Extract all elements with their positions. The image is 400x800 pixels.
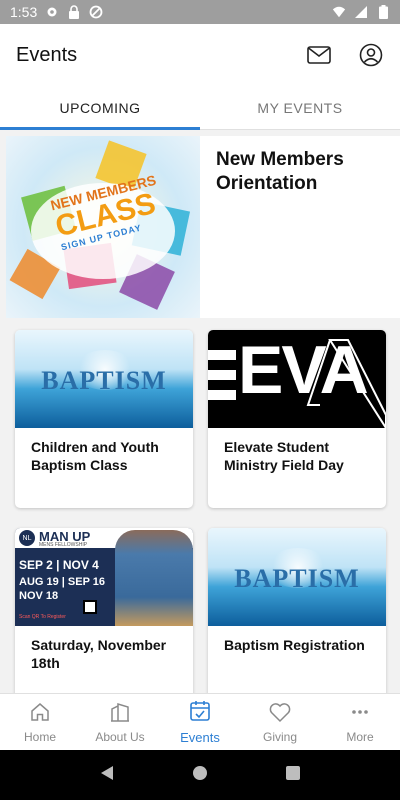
event-image-elevate: EVA xyxy=(208,330,386,428)
home-circle-icon[interactable] xyxy=(192,765,208,786)
event-card[interactable]: BAPTISM Children and Youth Baptism Class… xyxy=(15,330,193,508)
featured-event-card[interactable]: NEW MEMBERS CLASS SIGN UP TODAY New Memb… xyxy=(6,136,400,318)
event-image-man-up: NL MAN UP MENS FELLOWSHIP SEP 2 | NOV 4 … xyxy=(15,528,193,626)
nav-home-label: Home xyxy=(23,729,56,744)
nav-about-us[interactable]: About Us xyxy=(80,694,160,750)
baptism-image-text: BAPTISM xyxy=(41,366,167,395)
nav-about-us-label: About Us xyxy=(95,729,145,744)
nav-more[interactable]: More xyxy=(320,694,400,750)
event-title: Baptism Registration xyxy=(224,637,365,653)
nav-giving[interactable]: Giving xyxy=(240,694,320,750)
nav-more-label: More xyxy=(346,729,374,744)
settings-icon xyxy=(45,5,59,19)
mail-icon[interactable] xyxy=(306,42,332,68)
status-bar: 1:53 xyxy=(0,0,400,24)
bottom-nav: Home About Us Events Giving More xyxy=(0,693,400,750)
nav-giving-label: Giving xyxy=(262,729,297,744)
manup-subtitle: MENS FELLOWSHIP xyxy=(39,542,88,548)
event-title: Elevate Student Ministry Field Day xyxy=(224,439,344,474)
nl-logo: NL xyxy=(19,530,35,546)
qr-code-icon xyxy=(83,600,97,614)
nav-events[interactable]: Events xyxy=(160,694,240,750)
account-icon[interactable] xyxy=(358,42,384,68)
status-time: 1:53 xyxy=(10,4,38,20)
manup-scan: Scan QR To Register xyxy=(19,614,66,620)
signal-icon xyxy=(354,5,368,19)
event-card[interactable]: NL MAN UP MENS FELLOWSHIP SEP 2 | NOV 4 … xyxy=(15,528,193,693)
tab-bar: UPCOMING MY EVENTS xyxy=(0,86,400,130)
calendar-icon xyxy=(188,699,212,726)
event-image-baptism: BAPTISM xyxy=(208,528,386,626)
data-saver-icon xyxy=(89,5,103,19)
tab-upcoming[interactable]: UPCOMING xyxy=(0,86,200,130)
manup-dates-2: AUG 19 | SEP 16 xyxy=(19,576,106,588)
nav-home[interactable]: Home xyxy=(0,694,80,750)
system-nav-bar xyxy=(0,750,400,800)
baptism-image-text: BAPTISM xyxy=(234,564,360,593)
tab-my-events[interactable]: MY EVENTS xyxy=(200,86,400,129)
man-figure xyxy=(115,530,193,626)
recents-icon[interactable] xyxy=(285,765,301,786)
featured-event-image: NEW MEMBERS CLASS SIGN UP TODAY xyxy=(6,136,200,318)
event-title: Children and Youth Baptism Class Regis… xyxy=(31,439,159,476)
wifi-icon xyxy=(332,5,346,19)
back-icon[interactable] xyxy=(99,765,115,786)
event-card[interactable]: EVA Elevate Student Ministry Field Day xyxy=(208,330,386,508)
nav-events-label: Events xyxy=(180,730,220,745)
building-icon xyxy=(109,701,131,726)
more-dots-icon xyxy=(349,701,371,726)
home-icon xyxy=(29,701,51,726)
event-image-baptism: BAPTISM xyxy=(15,330,193,428)
page-title: Events xyxy=(16,43,78,66)
manup-dates-3: NOV 18 xyxy=(19,590,59,602)
event-card[interactable]: BAPTISM Baptism Registration xyxy=(208,528,386,693)
app-bar: Events xyxy=(0,24,400,86)
manup-dates-1: SEP 2 | NOV 4 xyxy=(19,558,99,572)
featured-event-title: New Members Orientation xyxy=(216,149,344,194)
battery-icon xyxy=(376,5,390,19)
events-list: NEW MEMBERS CLASS SIGN UP TODAY New Memb… xyxy=(0,130,400,693)
event-title: Saturday, November 18th xyxy=(31,637,167,672)
elevate-image-text: EVA xyxy=(238,332,369,408)
heart-icon xyxy=(268,701,292,726)
lock-icon xyxy=(67,5,81,19)
